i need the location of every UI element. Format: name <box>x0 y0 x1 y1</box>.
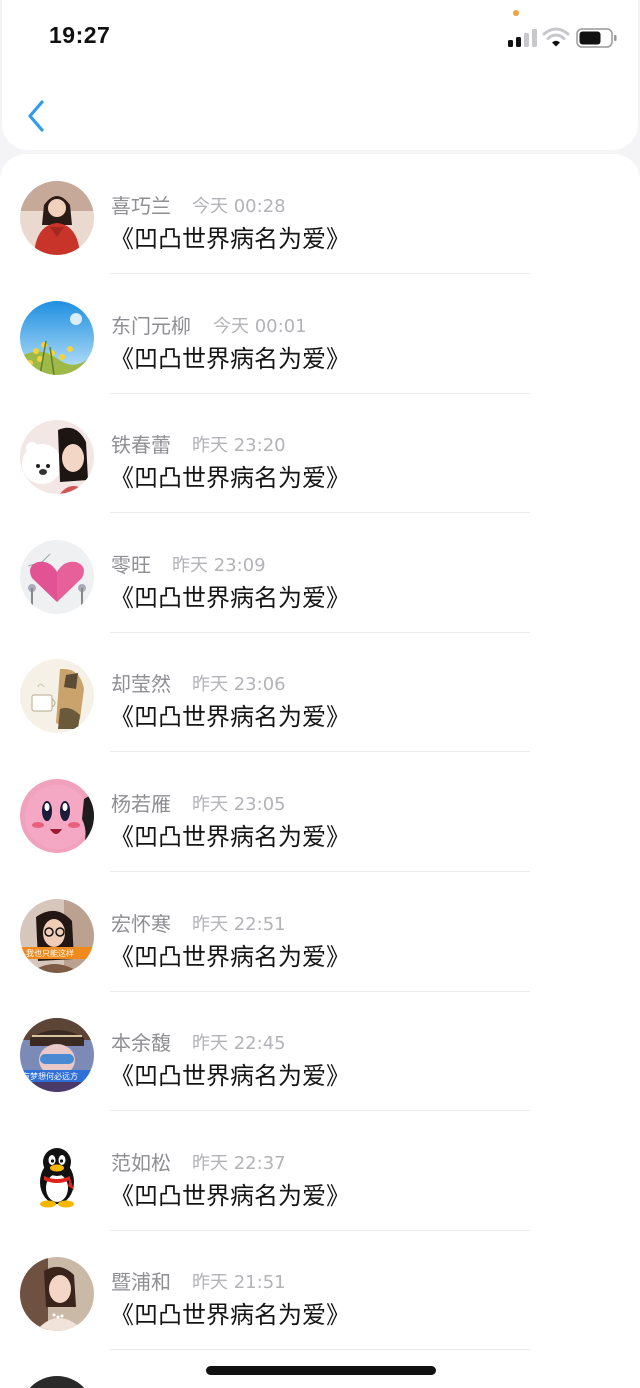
list-item[interactable]: 却莹然 昨天 23:06 《凹凸世界病名为爱》 <box>0 632 640 753</box>
avatar <box>20 1376 94 1388</box>
list-item[interactable]: 暨浦和 昨天 21:51 《凹凸世界病名为爱》 <box>0 1230 640 1351</box>
avatar: 我也只能这样 <box>20 898 94 973</box>
message-text: 《凹凸世界病名为爱》 <box>110 225 350 253</box>
back-button[interactable] <box>20 96 56 136</box>
avatar <box>20 1137 94 1212</box>
list-item[interactable]: 有梦想何必远方 本余馥 昨天 22:45 《凹凸世界病名为爱》 <box>0 991 640 1112</box>
message-text: 《凹凸世界病名为爱》 <box>110 1062 350 1091</box>
avatar <box>20 539 94 614</box>
list-item[interactable]: 喜巧兰 今天 00:28 《凹凸世界病名为爱》 <box>0 154 640 274</box>
message-time: 昨天 21:51 <box>192 1272 286 1294</box>
list-item[interactable]: 东门元柳 今天 00:01 《凹凸世界病名为爱》 <box>0 274 640 394</box>
sender-name: 铁春蕾 <box>111 433 171 458</box>
message-text: 《凹凸世界病名为爱》 <box>110 1301 350 1330</box>
home-indicator <box>206 1366 436 1375</box>
sender-name: 东门元柳 <box>111 313 191 338</box>
message-text: 《凹凸世界病名为爱》 <box>110 1181 350 1210</box>
message-time: 昨天 22:45 <box>192 1033 286 1055</box>
sender-name: 零旺 <box>111 552 151 577</box>
sender-name: 范如松 <box>111 1150 171 1175</box>
avatar <box>20 420 94 495</box>
sender-name: 杨若雁 <box>111 792 171 816</box>
svg-text:我也只能这样: 我也只能这样 <box>26 948 74 958</box>
battery-icon <box>576 28 617 48</box>
row-divider <box>110 1349 530 1351</box>
avatar: 有梦想何必远方 <box>20 1018 94 1093</box>
sender-name: 喜巧兰 <box>111 194 171 218</box>
message-time: 昨天 23:20 <box>192 435 286 457</box>
message-text: 《凹凸世界病名为爱》 <box>110 583 350 612</box>
list-item[interactable]: 我也只能这样 宏怀寒 昨天 22:51 《凹凸世界病名为爱》 <box>0 872 640 992</box>
message-text: 《凹凸世界病名为爱》 <box>110 942 350 971</box>
status-time: 19:27 <box>49 22 111 48</box>
sender-name: 本余馥 <box>111 1031 171 1056</box>
message-time: 昨天 23:06 <box>192 674 286 696</box>
avatar <box>20 300 94 375</box>
message-list: 喜巧兰 今天 00:28 《凹凸世界病名为爱》 东门元柳 今天 00:01 《凹… <box>0 154 640 1388</box>
message-time: 昨天 23:05 <box>192 794 286 815</box>
message-time: 昨天 22:37 <box>192 1152 286 1174</box>
message-time: 昨天 23:09 <box>172 554 266 576</box>
privacy-indicator-dot <box>513 10 519 16</box>
wifi-icon <box>542 27 570 47</box>
cellular-signal-icon <box>508 29 538 47</box>
avatar <box>20 181 94 255</box>
avatar <box>20 659 94 734</box>
message-time: 今天 00:28 <box>192 196 286 217</box>
sender-name: 暨浦和 <box>111 1270 171 1295</box>
svg-text:有梦想何必远方: 有梦想何必远方 <box>22 1071 78 1081</box>
list-item[interactable]: 范如松 昨天 22:37 《凹凸世界病名为爱》 <box>0 1111 640 1231</box>
avatar <box>20 1257 94 1332</box>
message-time: 今天 00:01 <box>213 315 307 337</box>
message-text: 《凹凸世界病名为爱》 <box>110 344 350 373</box>
sender-name: 宏怀寒 <box>111 911 171 936</box>
list-item[interactable]: 零旺 昨天 23:09 《凹凸世界病名为爱》 <box>0 513 640 633</box>
message-text: 《凹凸世界病名为爱》 <box>110 703 350 732</box>
header: 19:27 <box>2 0 638 150</box>
message-text: 《凹凸世界病名为爱》 <box>110 464 350 493</box>
list-item[interactable]: 杨若雁 昨天 23:05 《凹凸世界病名为爱》 <box>0 752 640 872</box>
message-text: 《凹凸世界病名为爱》 <box>110 823 350 851</box>
sender-name: 却莹然 <box>111 672 171 697</box>
screen: 19:27 喜巧兰 今天 00:28 《凹凸世界病名为爱》 东门元柳 今天 00… <box>0 0 640 1388</box>
avatar <box>20 779 94 853</box>
message-time: 昨天 22:51 <box>192 913 286 935</box>
list-item[interactable]: 铁春蕾 昨天 23:20 《凹凸世界病名为爱》 <box>0 393 640 514</box>
